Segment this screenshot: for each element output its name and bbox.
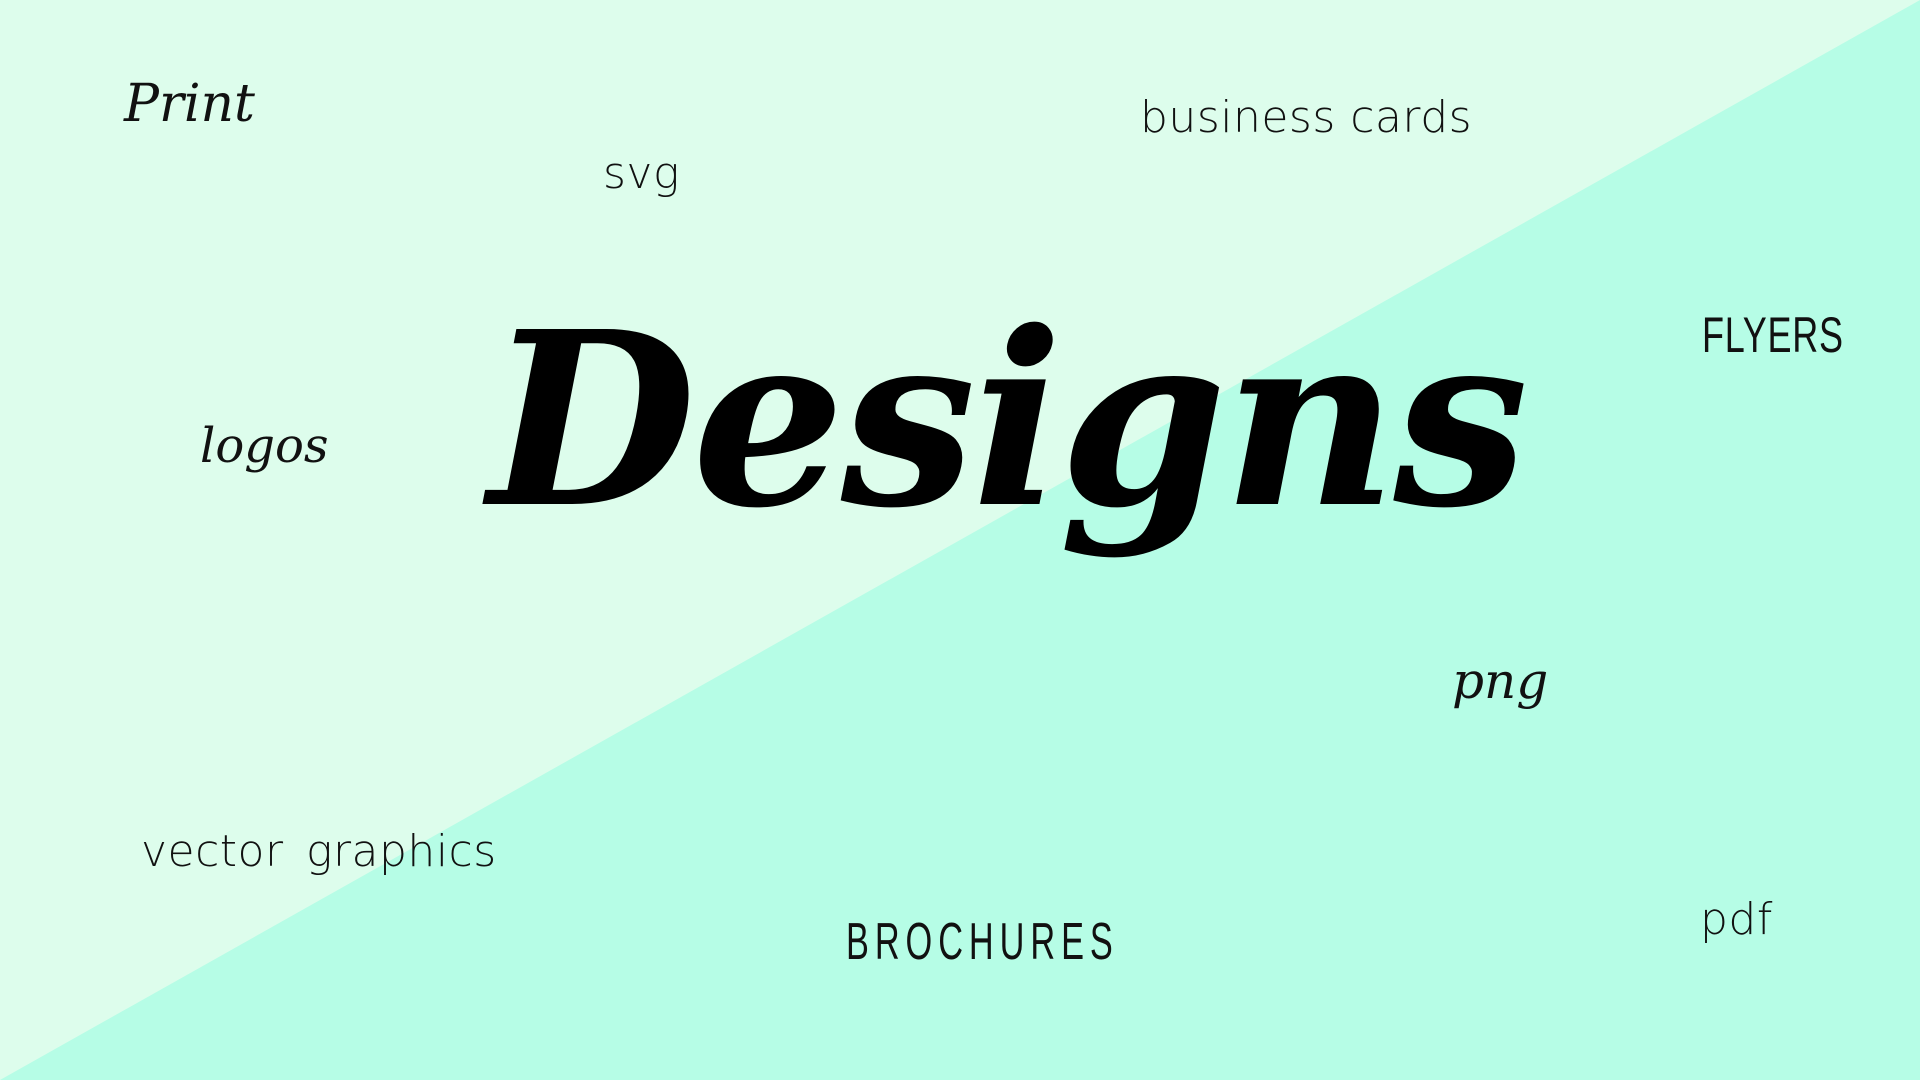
main-title: Designs [488,279,1529,561]
word-print: Print [124,74,255,134]
word-vector-graphics: vector graphics [141,826,497,877]
word-business-cards: business cards [1140,92,1473,143]
word-flyers: Flyers [1702,307,1844,363]
word-brochures: BROCHURES [846,913,1119,971]
word-logos: logos [200,418,329,474]
word-svg: svg [603,148,680,199]
word-png: png [1452,652,1549,710]
word-pdf: pdf [1700,894,1773,945]
